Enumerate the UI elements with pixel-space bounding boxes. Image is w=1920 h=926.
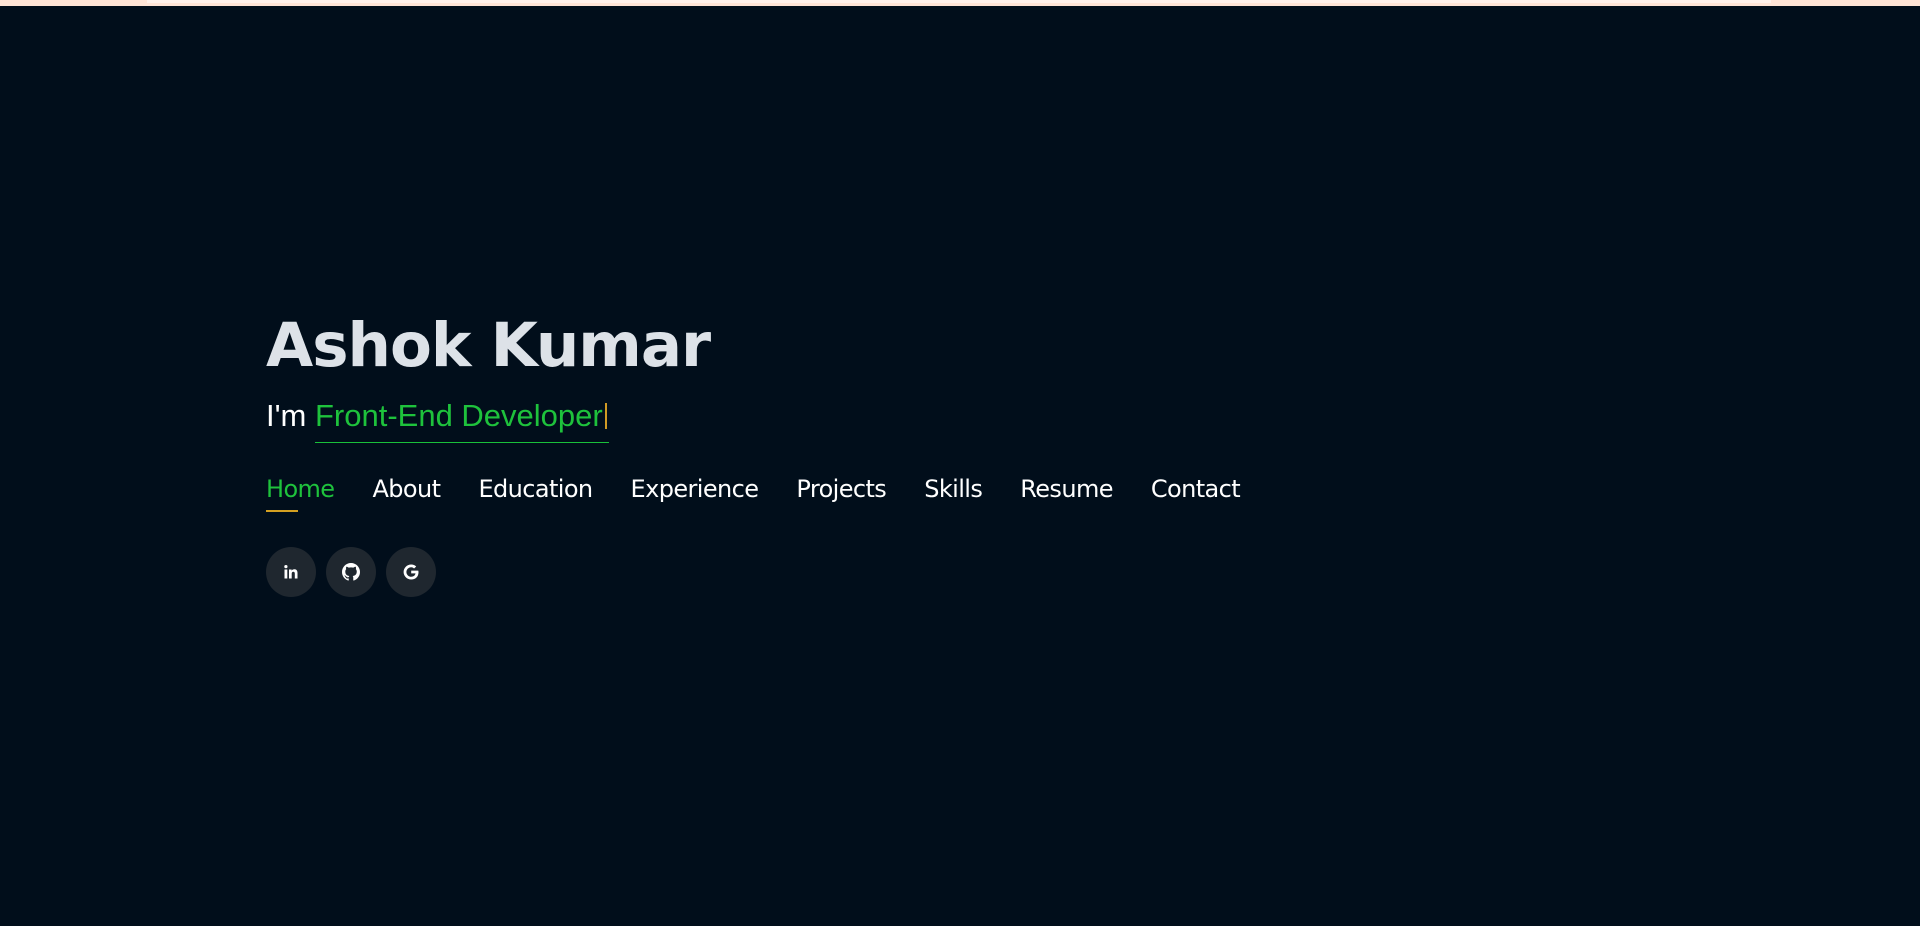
- nav-link-contact[interactable]: Contact: [1151, 475, 1241, 503]
- nav-link-experience[interactable]: Experience: [631, 475, 759, 503]
- hero-subtitle: I'm Front-End Developer: [266, 396, 1240, 443]
- google-icon: [403, 564, 419, 580]
- hero-section: Ashok Kumar I'm Front-End Developer Home…: [266, 306, 1241, 597]
- typed-role-wrapper: Front-End Developer: [314, 396, 609, 443]
- top-edge-bar: [0, 0, 1920, 6]
- google-button[interactable]: [386, 547, 436, 597]
- nav-link-about[interactable]: About: [372, 475, 441, 503]
- nav-link-resume[interactable]: Resume: [1020, 475, 1113, 503]
- typed-role-text: Front-End Developer: [314, 398, 603, 433]
- main-nav: Home About Education Experience Projects…: [266, 475, 1241, 512]
- hero-name: Ashok Kumar: [266, 310, 711, 381]
- nav-link-home[interactable]: Home: [266, 475, 335, 512]
- linkedin-button[interactable]: [266, 547, 316, 597]
- nav-link-skills[interactable]: Skills: [924, 475, 983, 503]
- nav-link-education[interactable]: Education: [478, 475, 593, 503]
- github-icon: [342, 563, 360, 581]
- github-button[interactable]: [326, 547, 376, 597]
- nav-link-projects[interactable]: Projects: [796, 475, 886, 503]
- hero-subtitle-prefix: I'm: [266, 398, 315, 433]
- social-links: [266, 547, 1240, 597]
- typing-cursor: [604, 403, 607, 429]
- linkedin-icon: [284, 565, 298, 579]
- top-edge-bar-highlight: [147, 0, 1771, 3]
